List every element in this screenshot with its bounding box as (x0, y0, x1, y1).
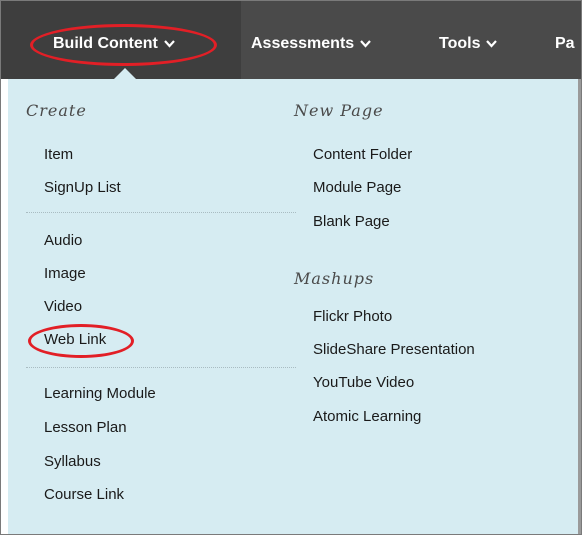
partial-menu-label: Pa (555, 35, 575, 52)
menu-item-web-link[interactable]: Web Link (44, 331, 106, 348)
build-content-dropdown: Create Item SignUp List Audio Image Vide… (8, 79, 578, 534)
mashups-heading: Mashups (294, 269, 375, 288)
menu-item-audio[interactable]: Audio (44, 232, 82, 249)
menu-item-syllabus[interactable]: Syllabus (44, 453, 101, 470)
menu-item-flickr-photo[interactable]: Flickr Photo (313, 308, 392, 325)
menu-item-learning-module[interactable]: Learning Module (44, 385, 156, 402)
menu-item-signup-list[interactable]: SignUp List (44, 179, 121, 196)
create-heading: Create (26, 101, 87, 120)
menu-item-course-link[interactable]: Course Link (44, 486, 124, 503)
chevron-down-icon (360, 1, 371, 87)
build-content-label: Build Content (53, 35, 158, 53)
menu-item-content-folder[interactable]: Content Folder (313, 146, 412, 163)
menu-item-slideshare-presentation[interactable]: SlideShare Presentation (313, 341, 475, 358)
chevron-down-icon (164, 1, 175, 87)
menu-divider (26, 367, 296, 368)
menu-item-video[interactable]: Video (44, 298, 82, 315)
new-page-heading: New Page (294, 101, 384, 120)
assessments-label: Assessments (251, 35, 355, 53)
menu-item-youtube-video[interactable]: YouTube Video (313, 374, 414, 391)
menu-item-item[interactable]: Item (44, 146, 73, 163)
dropdown-pointer-arrow (114, 68, 136, 79)
course-content-window: Build Content Assessments Tools Pa Creat… (0, 0, 582, 535)
page-edge-strip (578, 79, 581, 534)
menu-item-module-page[interactable]: Module Page (313, 179, 401, 196)
menu-item-image[interactable]: Image (44, 265, 86, 282)
menu-item-atomic-learning[interactable]: Atomic Learning (313, 408, 421, 425)
chevron-down-icon (486, 1, 498, 87)
menu-divider (26, 212, 296, 213)
menu-item-lesson-plan[interactable]: Lesson Plan (44, 419, 127, 436)
partial-menu-button[interactable]: Pa (555, 1, 575, 79)
menu-item-blank-page[interactable]: Blank Page (313, 213, 390, 230)
assessments-menu-button[interactable]: Assessments (251, 1, 371, 79)
tools-menu-button[interactable]: Tools (439, 1, 498, 79)
action-toolbar: Build Content Assessments Tools Pa (1, 1, 581, 79)
tools-label: Tools (439, 35, 481, 53)
